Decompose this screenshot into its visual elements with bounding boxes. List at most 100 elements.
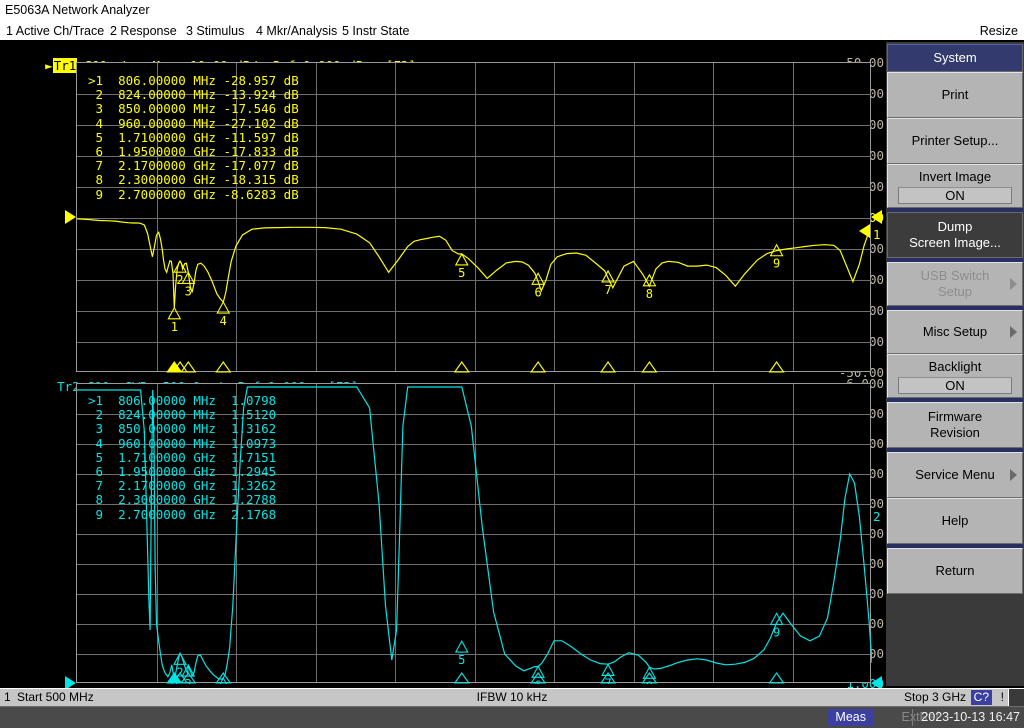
network-analyzer-window: E5063A Network Analyzer Resize 1 Active … — [0, 0, 1024, 728]
status-start-freq[interactable]: Start 500 MHz — [17, 690, 94, 704]
axis-marker-tick[interactable] — [180, 672, 197, 684]
marker-number: 1 — [171, 320, 178, 334]
status-stop-freq[interactable]: Stop 3 GHz — [904, 690, 966, 704]
menu-item-3[interactable]: 3 Stimulus — [186, 20, 244, 42]
marker-row[interactable]: 9 2.7000000 GHz -8.6283 dB — [88, 187, 299, 202]
marker-row[interactable]: 6 1.9500000 GHz 1.2945 — [88, 464, 277, 479]
menu-item-5[interactable]: 5 Instr State — [342, 20, 409, 42]
marker-triangle[interactable] — [173, 652, 187, 665]
marker-triangle[interactable] — [181, 271, 196, 284]
softkey-printer-setup[interactable]: Printer Setup... — [887, 118, 1023, 164]
trace1-marker-table: >1 806.00000 MHz -28.957 dB 2 824.00000 … — [88, 73, 299, 202]
bottom-bar: Meas ExtRef 2023-10-13 16:47 — [0, 706, 1024, 728]
axis-marker-tick[interactable] — [166, 672, 183, 684]
marker-row[interactable]: 5 1.7100000 GHz -11.597 dB — [88, 130, 299, 145]
grid-line-h — [77, 342, 870, 343]
softkey-service-menu[interactable]: Service Menu — [887, 452, 1023, 498]
grid-line-h — [77, 534, 870, 535]
marker-triangle[interactable] — [769, 243, 784, 257]
marker-row[interactable]: 2 824.00000 MHz -13.924 dB — [88, 88, 299, 102]
trace1-active-arrow: ► — [45, 58, 53, 73]
marker-triangle[interactable] — [454, 252, 469, 266]
marker-row[interactable]: 7 2.1700000 GHz -17.077 dB — [88, 159, 299, 173]
softkey-help[interactable]: Help — [887, 498, 1023, 544]
marker-row[interactable]: 3 850.00000 MHz 1.3162 — [88, 422, 277, 436]
y-axis-label: 30.00 — [846, 117, 884, 132]
resize-button[interactable]: Resize — [980, 20, 1018, 42]
marker-row[interactable]: >1 806.00000 MHz -28.957 dB — [88, 73, 299, 88]
reference-arrow-left[interactable] — [65, 210, 76, 224]
grid-line-h — [77, 249, 870, 250]
marker-triangle[interactable] — [181, 663, 196, 677]
y-axis-label: -30.00 — [838, 303, 884, 318]
axis-marker-tick[interactable] — [453, 361, 470, 373]
grid-line-v — [793, 384, 794, 682]
grid-line-v — [475, 384, 476, 682]
marker-triangle[interactable] — [642, 273, 657, 287]
marker-triangle[interactable] — [168, 678, 180, 684]
marker-row[interactable]: 5 1.7100000 GHz 1.7151 — [88, 450, 277, 465]
axis-marker-tick[interactable] — [600, 361, 617, 373]
softkey-usb-switch-setup[interactable]: USB Switch Setup — [887, 262, 1023, 306]
marker-triangle[interactable] — [769, 612, 784, 625]
meas-indicator[interactable]: Meas — [828, 709, 873, 726]
axis-marker-tick[interactable] — [171, 672, 189, 684]
axis-marker-tick[interactable] — [453, 672, 470, 684]
marker-triangle[interactable] — [601, 269, 615, 283]
softkey-value[interactable]: ON — [898, 376, 1012, 394]
softkey-invert-image[interactable]: Invert Image ON — [887, 164, 1023, 208]
softkey-print[interactable]: Print — [887, 72, 1023, 118]
axis-marker-tick[interactable] — [768, 672, 785, 684]
reference-arrow-right[interactable] — [871, 210, 882, 224]
softkey-dump-screen-image[interactable]: Dump Screen Image... — [887, 212, 1023, 258]
trace2-badge[interactable]: Tr2 — [57, 379, 80, 394]
axis-marker-tick[interactable] — [641, 672, 658, 684]
softkey-value[interactable]: ON — [898, 186, 1012, 204]
marker-triangle[interactable] — [173, 260, 187, 273]
marker-row[interactable]: 8 2.3000000 GHz 1.2788 — [88, 493, 277, 507]
status-correction-badge[interactable]: C? — [970, 690, 992, 705]
trace2-marker-table: >1 806.00000 MHz 1.0798 2 824.00000 MHz … — [88, 393, 277, 522]
menu-item-2[interactable]: 2 Response — [110, 20, 177, 42]
softkey-return[interactable]: Return — [887, 548, 1023, 594]
marker-row[interactable]: 6 1.9500000 GHz -17.833 dB — [88, 144, 299, 159]
marker-triangle[interactable] — [531, 272, 546, 285]
marker-triangle[interactable] — [601, 663, 615, 676]
marker-triangle[interactable] — [167, 306, 182, 320]
marker-triangle[interactable] — [216, 300, 231, 314]
marker-row[interactable]: 9 2.7000000 GHz 2.1768 — [88, 507, 277, 522]
status-ifbw[interactable]: IFBW 10 kHz — [477, 690, 548, 704]
status-bar: 1 Start 500 MHz IFBW 10 kHz Stop 3 GHz C… — [0, 688, 1024, 706]
axis-marker-tick[interactable] — [768, 361, 785, 373]
edge-marker-number: 1 — [873, 226, 881, 242]
axis-marker-tick[interactable] — [215, 672, 232, 684]
y-axis-label: 4.000 — [846, 496, 884, 511]
marker-row[interactable]: >1 806.00000 MHz 1.0798 — [88, 393, 276, 408]
menu-item-4[interactable]: 4 Mkr/Analysis — [256, 20, 337, 42]
grid-line-v — [634, 63, 635, 371]
grid-line-v — [554, 63, 555, 371]
menu-item-1[interactable]: 1 Active Ch/Trace — [6, 20, 104, 42]
softkey-backlight[interactable]: Backlight ON — [887, 354, 1023, 398]
trace2-format-text: S11 SWR 500.0 m/ Ref 1.000 [F2] — [87, 379, 359, 394]
marker-row[interactable]: 3 850.00000 MHz -17.546 dB — [88, 102, 299, 116]
active-marker-pointer[interactable] — [859, 223, 870, 238]
marker-row[interactable]: 7 2.1700000 GHz 1.3262 — [88, 479, 277, 493]
marker-row[interactable]: 2 824.00000 MHz 1.5120 — [88, 408, 277, 422]
softkey-label: Backlight — [928, 358, 982, 374]
marker-row[interactable]: 4 960.00000 MHz 1.0973 — [88, 436, 277, 451]
softkey-firmware-revision[interactable]: Firmware Revision — [887, 402, 1023, 448]
marker-triangle[interactable] — [217, 677, 229, 684]
marker-triangle[interactable] — [531, 665, 546, 678]
axis-marker-tick[interactable] — [530, 361, 547, 373]
trace1-badge[interactable]: Tr1 — [52, 58, 78, 73]
marker-triangle[interactable] — [642, 666, 657, 679]
axis-marker-tick[interactable] — [600, 672, 617, 684]
marker-row[interactable]: 4 960.00000 MHz -27.102 dB — [88, 116, 299, 131]
marker-triangle[interactable] — [454, 639, 469, 653]
axis-marker-tick[interactable] — [641, 361, 658, 373]
marker-row[interactable]: 8 2.3000000 GHz -18.315 dB — [88, 173, 299, 187]
softkey-misc-setup[interactable]: Misc Setup — [887, 310, 1023, 354]
grid-line-v — [316, 384, 317, 682]
axis-marker-tick[interactable] — [530, 672, 547, 684]
